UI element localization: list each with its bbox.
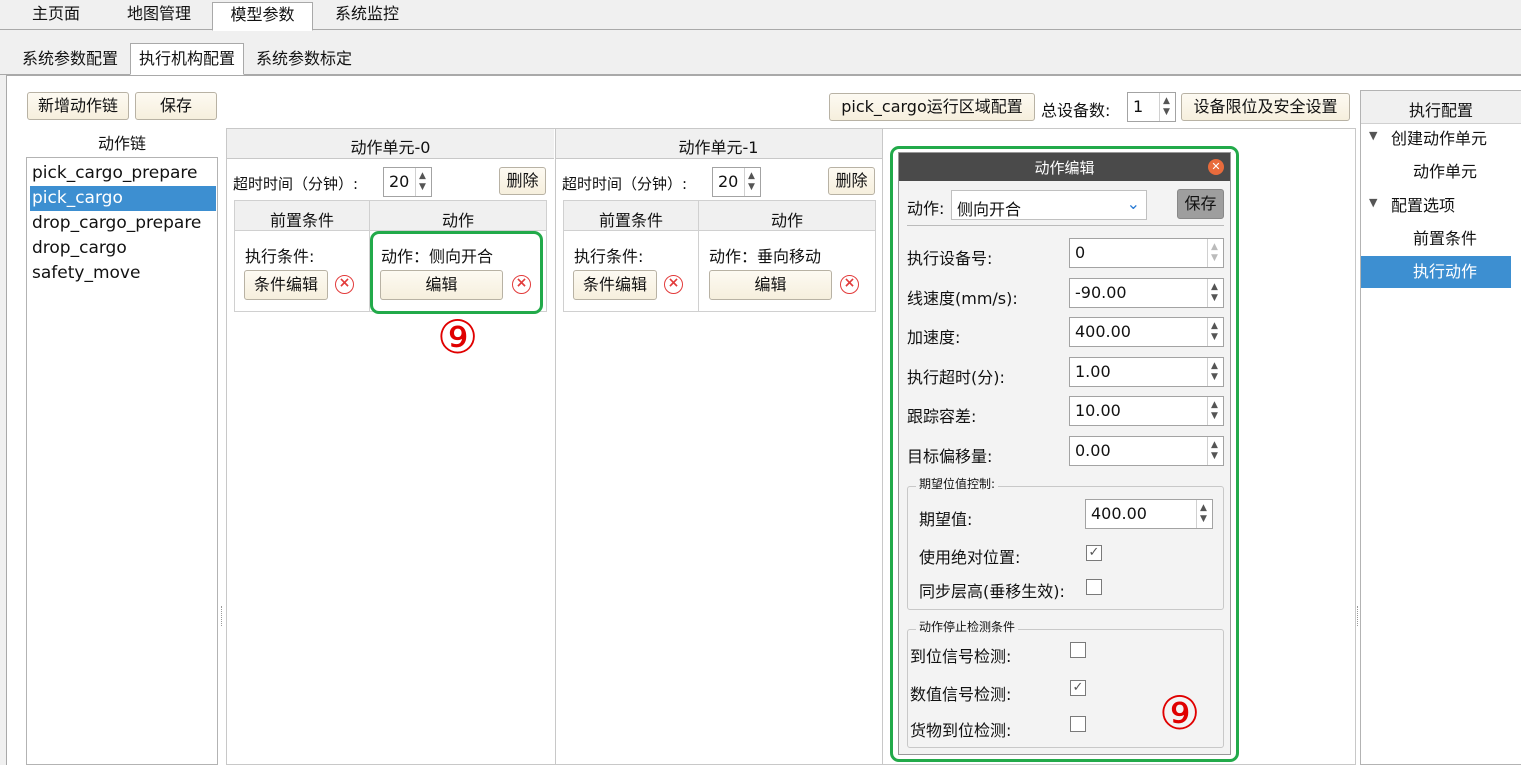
total-devices-value: 1 (1133, 97, 1144, 116)
unit-1-timeout-spinbox[interactable]: 20 ▲ ▼ (712, 167, 761, 197)
unit-0-delete-button[interactable]: 删除 (499, 167, 546, 195)
unit-0-timeout-value: 20 (389, 172, 410, 191)
tab-system-monitor[interactable]: 系统监控 (318, 2, 416, 30)
unit-1-col-action: 动作 (770, 211, 803, 230)
total-devices-spinbox[interactable]: 1 ▲ ▼ (1127, 92, 1176, 122)
unit-0-exec-cond-label: 执行条件: (245, 247, 315, 266)
remove-condition-icon[interactable]: × (664, 275, 683, 294)
tree-item-pre-condition[interactable]: 前置条件 (1413, 223, 1477, 255)
unit-1-delete-button[interactable]: 删除 (828, 167, 875, 195)
highlight-box-dialog (890, 146, 1239, 762)
add-action-chain-button[interactable]: 新增动作链 (27, 92, 129, 120)
subtab-system-calibration[interactable]: 系统参数标定 (246, 44, 362, 74)
unit-1-cond-edit-button[interactable]: 条件编辑 (573, 270, 657, 300)
spinbox-arrows-icon[interactable]: ▲ ▼ (1159, 93, 1175, 121)
tree-item-config-options[interactable]: 配置选项 (1391, 190, 1455, 222)
list-item[interactable]: safety_move (30, 261, 216, 286)
tab-home[interactable]: 主页面 (18, 2, 94, 30)
main-tab-bar: 主页面 地图管理 模型参数 系统监控 (0, 0, 1521, 31)
list-item[interactable]: drop_cargo (30, 236, 216, 261)
remove-action-icon[interactable]: × (840, 275, 859, 294)
unit-divider (555, 129, 556, 765)
tree-title: 执行配置 (1408, 101, 1473, 120)
unit-1-col-pre: 前置条件 (598, 211, 663, 230)
expand-arrow-icon[interactable]: ▼ (1369, 129, 1377, 142)
pick-region-config-button[interactable]: pick_cargo运行区域配置 (829, 93, 1035, 121)
tree-item-action-unit[interactable]: 动作单元 (1413, 156, 1477, 188)
list-item[interactable]: drop_cargo_prepare (30, 211, 216, 236)
tab-map-management[interactable]: 地图管理 (110, 2, 208, 30)
chain-list: pick_cargo_prepare pick_cargo drop_cargo… (26, 157, 218, 765)
unit-0-title: 动作单元-0 (350, 138, 431, 157)
subtab-system-params[interactable]: 系统参数配置 (10, 44, 130, 74)
total-devices-label: 总设备数: (1041, 101, 1111, 120)
unit-1-title: 动作单元-1 (678, 138, 759, 157)
config-tree-panel: 执行配置 ▼ 创建动作单元 动作单元 ▼ 配置选项 前置条件 执行动作 (1360, 90, 1521, 765)
unit-1-action-edit-button[interactable]: 编辑 (709, 270, 832, 300)
highlight-box-action-edit (370, 231, 543, 314)
spinbox-arrows-icon[interactable]: ▲ ▼ (744, 168, 760, 196)
unit-1-action-text: 动作：垂向移动 (709, 247, 822, 266)
unit-1-timeout-value: 20 (718, 172, 739, 191)
expand-arrow-icon[interactable]: ▼ (1369, 196, 1377, 209)
unit-0-col-pre: 前置条件 (269, 211, 334, 230)
subtab-actuator-config[interactable]: 执行机构配置 (130, 43, 244, 75)
unit-0-timeout-spinbox[interactable]: 20 ▲ ▼ (383, 167, 432, 197)
tab-model-params[interactable]: 模型参数 (212, 2, 313, 31)
unit-1-timeout-label: 超时时间（分钟）: (562, 175, 688, 193)
list-item-selected[interactable]: pick_cargo (30, 186, 216, 211)
limit-safety-settings-button[interactable]: 设备限位及安全设置 (1181, 93, 1350, 121)
annotation-marker-9: ⑨ (1159, 686, 1201, 740)
list-item[interactable]: pick_cargo_prepare (30, 161, 216, 186)
chain-list-title: 动作链 (97, 134, 146, 153)
splitter-handle[interactable] (221, 606, 223, 626)
annotation-marker-9: ⑨ (437, 310, 479, 364)
unit-0-timeout-label: 超时时间（分钟）: (233, 175, 359, 193)
tree-item-exec-action[interactable]: 执行动作 (1413, 256, 1477, 288)
remove-condition-icon[interactable]: × (335, 275, 354, 294)
unit-1-exec-cond-label: 执行条件: (574, 247, 644, 266)
unit-0-cond-edit-button[interactable]: 条件编辑 (244, 270, 328, 300)
tree-item-create-unit[interactable]: 创建动作单元 (1391, 123, 1487, 155)
unit-divider (882, 129, 883, 765)
save-button[interactable]: 保存 (135, 92, 217, 120)
unit-0-col-action: 动作 (441, 211, 474, 230)
spinbox-arrows-icon[interactable]: ▲ ▼ (415, 168, 431, 196)
splitter-handle[interactable] (1357, 606, 1359, 626)
